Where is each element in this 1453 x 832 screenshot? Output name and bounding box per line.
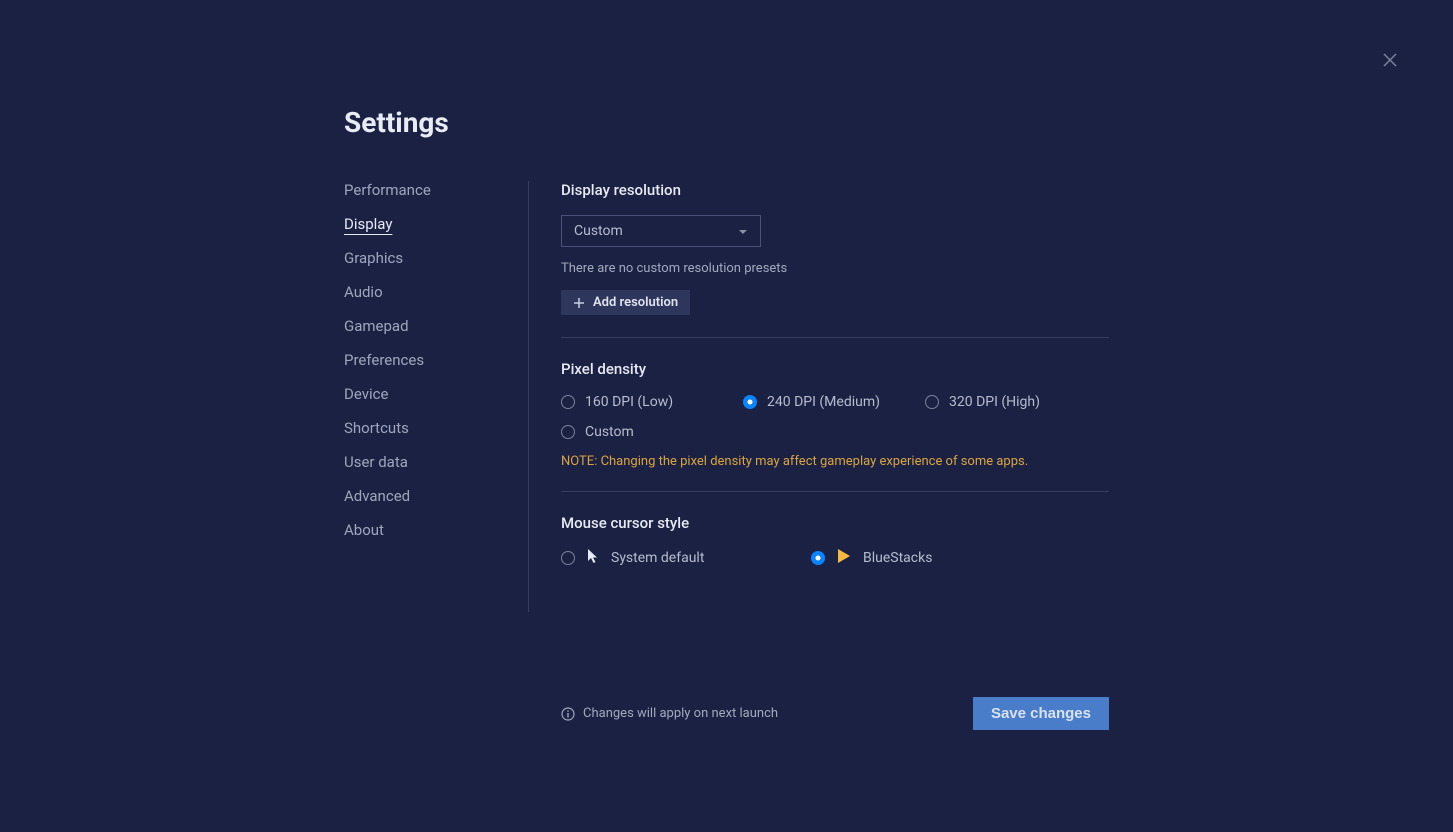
radio-icon bbox=[561, 425, 575, 439]
plus-icon bbox=[573, 297, 585, 309]
density-label-160: 160 DPI (Low) bbox=[585, 394, 673, 410]
resolution-select-value: Custom bbox=[574, 223, 623, 239]
display-resolution-title: Display resolution bbox=[561, 181, 1109, 199]
sidebar-item-user-data[interactable]: User data bbox=[344, 453, 528, 471]
density-label-320: 320 DPI (High) bbox=[949, 394, 1040, 410]
cursor-bluestacks-icon bbox=[837, 548, 851, 568]
sidebar-item-audio[interactable]: Audio bbox=[344, 283, 528, 301]
resolution-help-text: There are no custom resolution presets bbox=[561, 261, 1109, 276]
cursor-label-bluestacks: BlueStacks bbox=[863, 550, 932, 566]
page-title: Settings bbox=[344, 106, 1453, 139]
sidebar-item-about[interactable]: About bbox=[344, 521, 528, 539]
display-resolution-section: Display resolution Custom There are no c… bbox=[561, 181, 1109, 338]
sidebar-item-advanced[interactable]: Advanced bbox=[344, 487, 528, 505]
add-resolution-label: Add resolution bbox=[593, 295, 678, 310]
sidebar: Performance Display Graphics Audio Gamep… bbox=[344, 181, 529, 612]
sidebar-item-gamepad[interactable]: Gamepad bbox=[344, 317, 528, 335]
radio-icon bbox=[811, 551, 825, 565]
sidebar-item-device[interactable]: Device bbox=[344, 385, 528, 403]
info-icon bbox=[561, 707, 575, 721]
density-option-custom[interactable]: Custom bbox=[561, 424, 743, 440]
density-option-320[interactable]: 320 DPI (High) bbox=[925, 394, 1040, 410]
close-icon bbox=[1380, 50, 1400, 70]
density-option-240[interactable]: 240 DPI (Medium) bbox=[743, 394, 925, 410]
pixel-density-title: Pixel density bbox=[561, 360, 1109, 378]
radio-icon bbox=[561, 551, 575, 565]
footer-note: Changes will apply on next launch bbox=[561, 706, 778, 721]
density-note: NOTE: Changing the pixel density may aff… bbox=[561, 454, 1109, 469]
density-option-160[interactable]: 160 DPI (Low) bbox=[561, 394, 743, 410]
cursor-option-bluestacks[interactable]: BlueStacks bbox=[811, 548, 932, 568]
density-label-240: 240 DPI (Medium) bbox=[767, 394, 880, 410]
sidebar-item-graphics[interactable]: Graphics bbox=[344, 249, 528, 267]
sidebar-item-shortcuts[interactable]: Shortcuts bbox=[344, 419, 528, 437]
mouse-cursor-title: Mouse cursor style bbox=[561, 514, 1109, 532]
add-resolution-button[interactable]: Add resolution bbox=[561, 290, 690, 315]
pixel-density-section: Pixel density 160 DPI (Low) 240 DPI (Med… bbox=[561, 360, 1109, 492]
resolution-select[interactable]: Custom bbox=[561, 215, 761, 247]
sidebar-item-performance[interactable]: Performance bbox=[344, 181, 528, 199]
mouse-cursor-section: Mouse cursor style System default bbox=[561, 514, 1109, 590]
save-changes-button[interactable]: Save changes bbox=[973, 697, 1109, 730]
cursor-option-system-default[interactable]: System default bbox=[561, 548, 811, 568]
radio-icon bbox=[925, 395, 939, 409]
close-button[interactable] bbox=[1380, 50, 1400, 70]
footer-note-text: Changes will apply on next launch bbox=[583, 706, 778, 721]
sidebar-item-display[interactable]: Display bbox=[344, 215, 528, 233]
radio-icon bbox=[561, 395, 575, 409]
cursor-label-system-default: System default bbox=[611, 550, 704, 566]
cursor-default-icon bbox=[587, 548, 599, 568]
chevron-down-icon bbox=[738, 222, 748, 241]
density-label-custom: Custom bbox=[585, 424, 634, 440]
radio-icon bbox=[743, 395, 757, 409]
sidebar-item-preferences[interactable]: Preferences bbox=[344, 351, 528, 369]
